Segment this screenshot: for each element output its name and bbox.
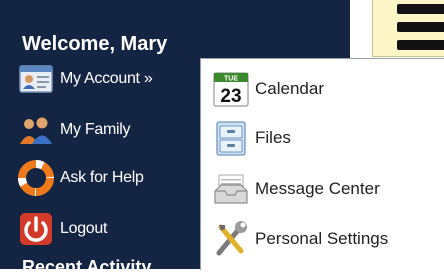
- menu-item-personal-settings[interactable]: Personal Settings: [211, 217, 441, 261]
- sidebar-item-label: My Account »: [60, 70, 153, 87]
- life-ring-icon: [18, 160, 54, 196]
- sidebar-item-label: Ask for Help: [60, 169, 144, 186]
- sidebar-item-logout[interactable]: Logout: [18, 209, 218, 249]
- account-dropdown-menu: TUE 23 Calendar Files Message Center Per…: [200, 58, 444, 270]
- menu-item-calendar[interactable]: TUE 23 Calendar: [211, 67, 441, 111]
- power-icon: [18, 211, 54, 247]
- note-line: [397, 4, 444, 14]
- note-line: [397, 22, 444, 32]
- calendar-icon: TUE 23: [211, 69, 251, 109]
- family-icon: [18, 112, 54, 148]
- menu-item-message-center[interactable]: Message Center: [211, 167, 441, 211]
- menu-item-label: Files: [255, 128, 291, 147]
- recent-activity-heading: Recent Activity: [22, 257, 152, 277]
- note-line: [397, 40, 444, 50]
- inbox-tray-icon: [211, 169, 251, 209]
- sidebar-item-my-account[interactable]: My Account »: [18, 59, 218, 99]
- sidebar-item-label: Logout: [60, 220, 108, 237]
- calendar-day-text: 23: [220, 86, 241, 107]
- account-card-icon: [18, 61, 54, 97]
- menu-item-label: Calendar: [255, 79, 324, 98]
- calendar-month-text: TUE: [224, 76, 238, 83]
- welcome-heading: Welcome, Mary: [22, 33, 168, 55]
- sidebar-item-my-family[interactable]: My Family: [18, 110, 218, 150]
- menu-item-files[interactable]: Files: [211, 116, 441, 160]
- file-cabinet-icon: [211, 118, 251, 158]
- sidebar-item-label: My Family: [60, 121, 131, 138]
- menu-item-label: Message Center: [255, 179, 380, 198]
- note-box: [372, 0, 444, 57]
- sidebar-item-ask-for-help[interactable]: Ask for Help: [18, 158, 218, 198]
- tools-icon: [211, 219, 251, 259]
- menu-item-label: Personal Settings: [255, 229, 389, 248]
